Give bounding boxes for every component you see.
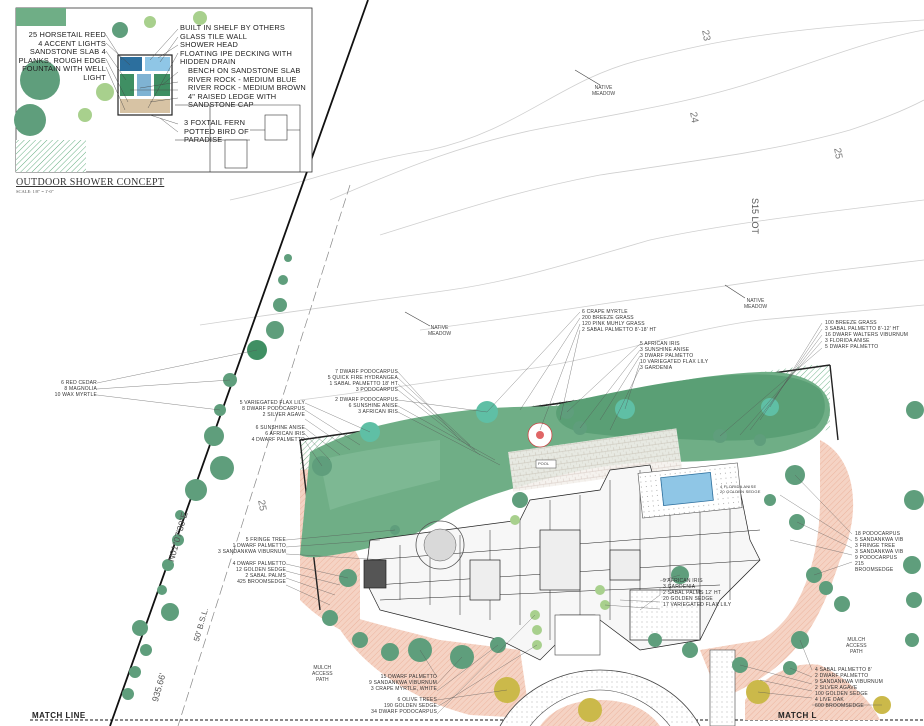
contour-label: 25 [831, 147, 844, 160]
callout-center-top: 6 CRAPE MYRTLE 200 BREEZE GRASS 120 PINK… [582, 309, 657, 333]
callout-west-mid: 5 VARIEGATED FLAX LILY 8 DWARF PODOCARPU… [240, 400, 305, 418]
contour-label: 23 [699, 29, 712, 42]
native-meadow-tag: NATIVE MEADOW [592, 85, 615, 97]
callout-west-mid-b: 6 SUNSHINE ANISE 6 AFRICAN IRIS 4 DWARF … [252, 425, 305, 443]
callout-bottom-center: 15 DWARF PALMETTO 9 SANDANKWA VIBURNUM 3… [369, 674, 437, 692]
callout-center-left: 7 DWARF PODOCARPUS 5 QUICK FIRE HYDRANGE… [328, 369, 398, 393]
callout-bottom-center-b: 6 OLIVE TREES 190 GOLDEN SEDGE 34 DWARF … [371, 697, 437, 715]
callout-line: 600 BROOMSEDGE [815, 703, 864, 709]
callout-line: 17 VARIEGATED FLAX LILY [663, 602, 732, 608]
callout-line: 5 DWARF PALMETTO [825, 344, 879, 350]
inset-scale: SCALE: 1/8" = 1'-0" [16, 189, 54, 194]
mulch-access-path-tag: MULCH ACCESS PATH [312, 665, 333, 683]
meadow-arrows [404, 69, 746, 327]
rear-line-label: S15 LOT [750, 198, 760, 235]
callout-line: 3 GARDENIA [640, 365, 673, 371]
callout-west: 6 RED CEDAR 8 MAGNOLIA 10 WAX MYRTLE [55, 380, 97, 398]
callout-line: 2 SABAL PALMETTO 8'-18' HT [582, 327, 657, 333]
callout-line: 2 SILVER AGAVE [262, 412, 305, 418]
callout-west-low: 5 FRINGE TREE 1 DWARF PALMETTO 3 SANDANK… [218, 537, 286, 555]
pool-label: POOL [538, 461, 550, 466]
tag-line: MEADOW [592, 91, 616, 97]
callout-line: 425 BROOMSEDGE [237, 579, 286, 585]
callout-line: 4 DWARF PALMETTO [251, 437, 305, 443]
match-line-label: MATCH L [778, 711, 817, 720]
callout-line: 3 CRAPE MYRTLE, WHITE [370, 686, 437, 692]
contour-label: 24 [687, 111, 700, 124]
inset-right-label: PARADISE [184, 135, 223, 144]
inset-right-label: SANDSTONE CAP [188, 100, 254, 109]
callout-line: 3 AFRICAN IRIS [358, 409, 398, 415]
tag-line: PATH [849, 649, 863, 655]
callout-center-low: 9 AFRICAN IRIS 3 GARDENIA 2 SABAL PALMS … [663, 578, 731, 608]
callout-line: 34 DWARF PODOCARPUS [371, 709, 437, 715]
callout-east-mid: 18 PODOCARPUS 5 SANDANKWA VIB 3 FRINGE T… [855, 531, 903, 573]
west-tree-column [122, 254, 292, 700]
tag-line: PATH [315, 677, 329, 683]
callout-line: BROOMSEDGE [855, 567, 894, 573]
callout-pool-notes: 4 FLORIDA ANISE 20 GOLDEN SEDGE [720, 484, 761, 494]
callout-line: 3 PODOCARPUS [355, 387, 398, 393]
mulch-access-path-tag: MULCH ACCESS PATH [846, 637, 867, 655]
inset-left-label: LIGHT [83, 72, 106, 82]
native-meadow-tag: NATIVE MEADOW [744, 298, 767, 310]
callout-bottom-right: 4 SABAL PALMETTO 8' 2 DWARF PALMETTO 9 S… [815, 667, 883, 709]
callout-east-top: 100 BREEZE GRASS 3 SABAL PALMETTO 8'-12'… [825, 320, 908, 350]
callout-center-left-b: 2 DWARF PODOCARPUS 6 SUNSHINE ANISE 3 AF… [335, 397, 398, 415]
match-line-label: MATCH LINE [32, 711, 86, 720]
site-plan-drawing [14, 0, 924, 726]
inset-title: OUTDOOR SHOWER CONCEPT [16, 177, 165, 188]
tag-line: MEADOW [744, 304, 768, 310]
native-meadow-tag: NATIVE MEADOW [428, 325, 451, 337]
callout-line: 10 WAX MYRTLE [54, 392, 97, 398]
callout-west-low-b: 4 DWARF PALMETTO 12 GOLDEN SEDGE 2 SABAL… [233, 561, 286, 585]
callout-line: 20 GOLDEN SEDGE [720, 489, 761, 494]
callout-line: 3 SANDANKWA VIBURNUM [218, 549, 286, 555]
contour-label: 25 [255, 499, 268, 512]
callout-center-top-b: 5 AFRICAN IRIS 3 SUNSHINE ANISE 3 DWARF … [640, 341, 708, 371]
tag-line: MEADOW [428, 331, 452, 337]
